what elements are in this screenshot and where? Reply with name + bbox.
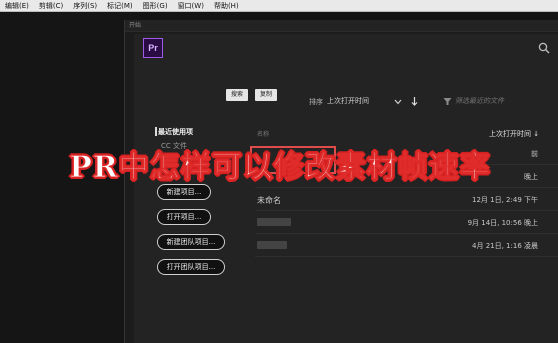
column-header-time[interactable]: 上次打开时间 ↓	[489, 129, 539, 139]
new-team-project-button[interactable]: 新建团队项目...	[157, 234, 225, 250]
menu-edit[interactable]: 编辑(E)	[0, 0, 34, 12]
column-header-name[interactable]: 名称	[257, 129, 269, 138]
file-time: 前	[531, 150, 538, 158]
premiere-logo: Pr	[143, 38, 163, 58]
overlay-title: PR中怎样可以修改素材帧速率	[69, 150, 491, 186]
menu-graphics[interactable]: 图形(G)	[138, 0, 173, 12]
filter-icon	[443, 98, 452, 105]
copy-tab[interactable]: 复制	[255, 89, 278, 101]
menu-help[interactable]: 帮助(H)	[209, 0, 244, 12]
sort-direction-icon[interactable]	[411, 96, 418, 106]
search-tab[interactable]: 搜索	[226, 89, 249, 101]
new-project-button[interactable]: 新建项目...	[157, 184, 211, 200]
table-row[interactable]: 4月 21日, 1:16 凌晨	[255, 234, 558, 257]
table-row[interactable]: 9月 14日, 10:56 晚上	[255, 211, 558, 234]
chevron-down-icon[interactable]	[394, 99, 402, 105]
menu-markers[interactable]: 标记(M)	[102, 0, 138, 12]
menu-window[interactable]: 窗口(W)	[173, 0, 209, 12]
open-team-project-button[interactable]: 打开团队项目...	[157, 259, 225, 275]
file-time: 晚上	[524, 173, 538, 181]
table-row[interactable]: 未命名 12月 1日, 2:49 下午	[255, 188, 558, 211]
menu-sequence[interactable]: 序列(S)	[68, 0, 102, 12]
file-time: 9月 14日, 10:56 晚上	[467, 219, 538, 227]
window-title: 开始	[125, 20, 558, 32]
menu-bar: 编辑(E) 剪辑(C) 序列(S) 标记(M) 图形(G) 窗口(W) 帮助(H…	[0, 0, 558, 12]
file-time: 12月 1日, 2:49 下午	[472, 196, 538, 204]
column-header-time-label: 上次打开时间	[489, 130, 531, 138]
sort-down-icon: ↓	[533, 130, 540, 138]
sort-label: 排序	[309, 98, 323, 106]
blurred-file-name	[257, 218, 291, 226]
open-project-button[interactable]: 打开项目...	[157, 209, 211, 225]
blurred-file-name	[257, 241, 287, 249]
nav-recent[interactable]: 最近使用项	[158, 127, 193, 137]
menu-clip[interactable]: 剪辑(C)	[34, 0, 68, 12]
file-name: 未命名	[257, 196, 281, 205]
search-icon[interactable]	[538, 42, 550, 54]
filter-input[interactable]	[455, 95, 555, 107]
nav-active-indicator	[155, 127, 157, 136]
file-time: 4月 21日, 1:16 凌晨	[472, 242, 538, 250]
